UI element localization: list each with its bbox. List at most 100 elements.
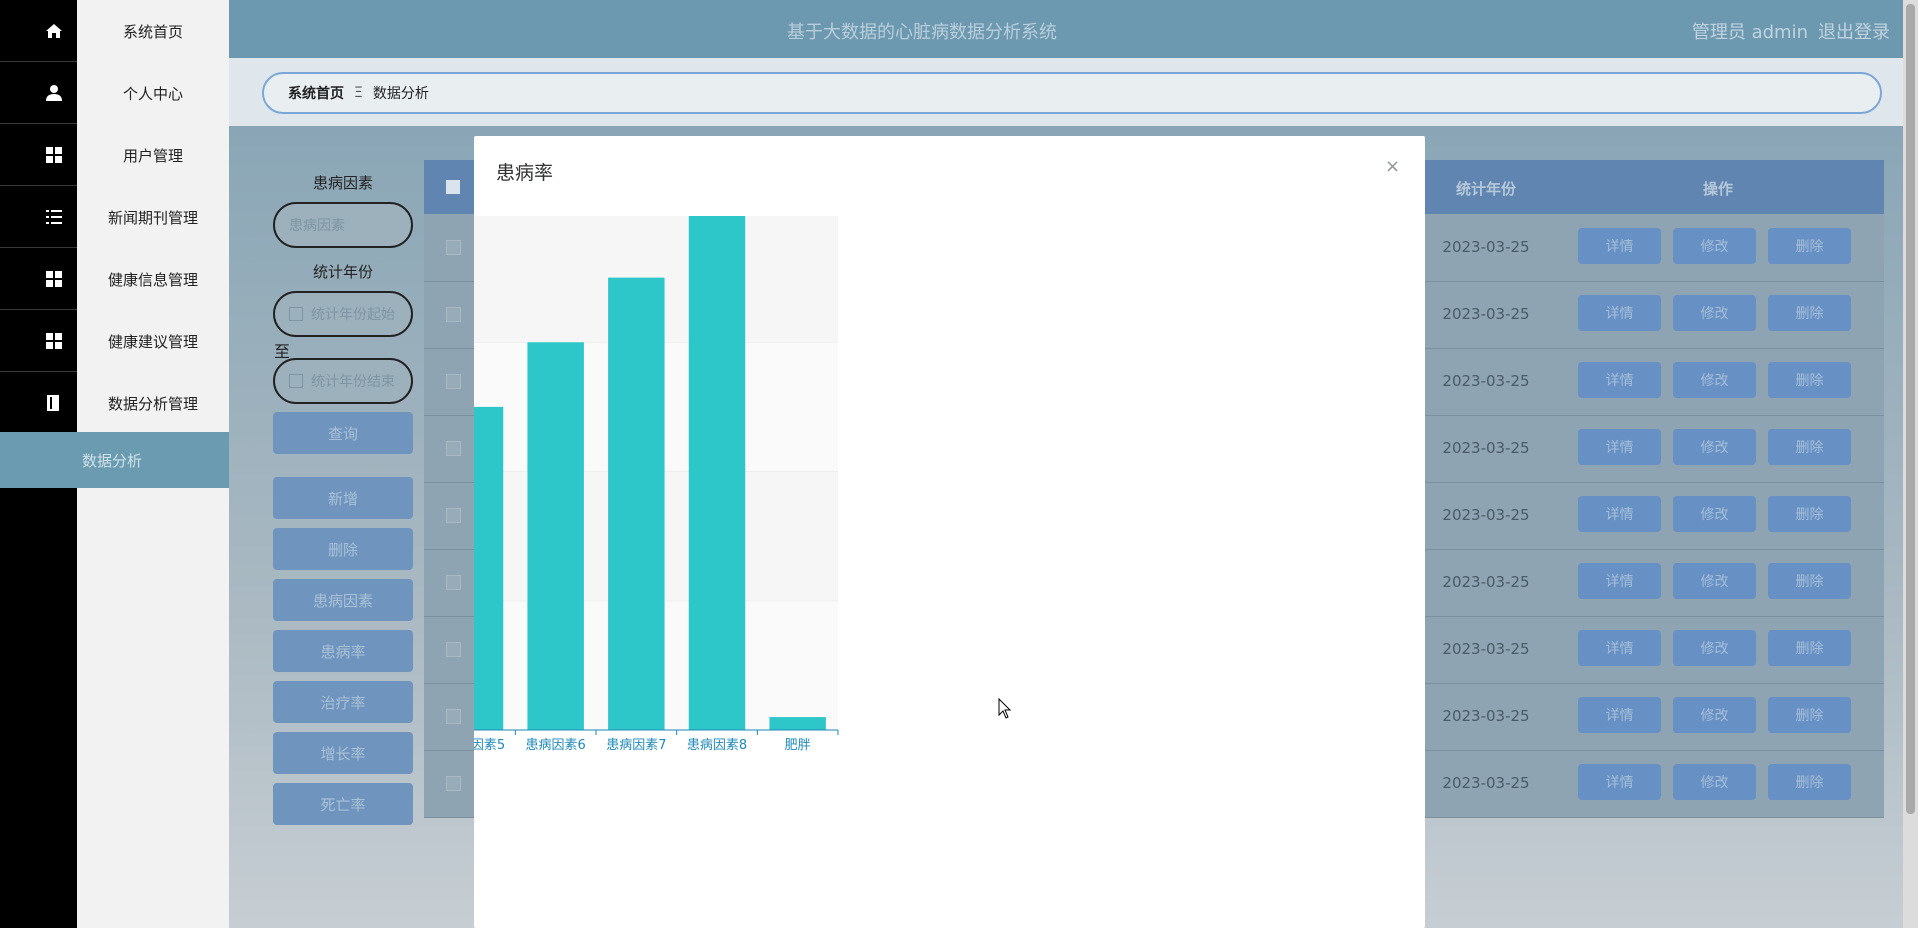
row-ops: 详情 修改 删除: [1578, 362, 1851, 398]
delete-button[interactable]: 删除: [1768, 362, 1851, 398]
rail-item[interactable]: [0, 372, 77, 434]
row-checkbox[interactable]: [446, 575, 461, 590]
query-button[interactable]: 查询: [273, 412, 413, 454]
sidebar-item[interactable]: 系统首页: [77, 0, 229, 62]
edit-button[interactable]: 修改: [1673, 630, 1756, 666]
detail-button[interactable]: 详情: [1578, 563, 1661, 599]
breadcrumb-home[interactable]: 系统首页: [288, 83, 344, 103]
factor-input[interactable]: 患病因素: [273, 202, 413, 248]
top-header: 基于大数据的心脏病数据分析系统 管理员 admin 退出登录: [229, 0, 1918, 58]
factor-button[interactable]: 患病因素: [273, 579, 413, 621]
delete-button[interactable]: 删除: [1768, 764, 1851, 800]
delete-button[interactable]: 删除: [1768, 429, 1851, 465]
book-icon: [47, 394, 59, 411]
x-tick-label: 患病因素8: [687, 738, 747, 753]
delete-button[interactable]: 删除: [1768, 295, 1851, 331]
breadcrumb-separator: Ξ: [354, 85, 363, 101]
breadcrumb-current: 数据分析: [372, 86, 429, 102]
rail-item[interactable]: [0, 186, 77, 248]
col-ops-header: 操作: [1702, 180, 1733, 198]
logout-link[interactable]: 退出登录: [1818, 22, 1890, 43]
edit-button[interactable]: 修改: [1673, 228, 1756, 264]
delete-button[interactable]: 删除: [1768, 630, 1851, 666]
x-tick-label: 肥胖: [785, 738, 811, 753]
detail-button[interactable]: 详情: [1578, 496, 1661, 532]
row-ops: 详情 修改 删除: [1578, 429, 1851, 465]
row-checkbox[interactable]: [446, 441, 461, 456]
chart-dialog: 患病率 × 患病率02468患病因素1患病因素2患病因素3患病因素4患病因素5患…: [474, 136, 1425, 928]
year-end-placeholder: 统计年份结束: [311, 374, 395, 390]
scrollbar-thumb[interactable]: [1906, 4, 1915, 814]
rail-item[interactable]: [0, 248, 77, 310]
grid-icon: [46, 146, 62, 163]
x-tick-label: 患病因素7: [606, 738, 666, 753]
detail-button[interactable]: 详情: [1578, 429, 1661, 465]
user-area: 管理员 admin 退出登录: [1682, 18, 1890, 44]
edit-button[interactable]: 修改: [1673, 362, 1756, 398]
row-checkbox[interactable]: [446, 307, 461, 322]
rail-item[interactable]: [0, 62, 77, 124]
delete-button[interactable]: 删除: [1768, 496, 1851, 532]
batch-delete-button[interactable]: 删除: [273, 528, 413, 570]
bar: [608, 277, 665, 730]
sidebar-item[interactable]: 新闻期刊管理: [77, 186, 229, 248]
edit-button[interactable]: 修改: [1673, 697, 1756, 733]
bar: [474, 406, 504, 730]
close-icon[interactable]: ×: [1385, 156, 1400, 177]
year-start-input[interactable]: 统计年份起始: [273, 291, 413, 337]
row-ops: 详情 修改 删除: [1578, 630, 1851, 666]
growth-rate-button[interactable]: 增长率: [273, 732, 413, 774]
factor-placeholder: 患病因素: [289, 218, 345, 234]
sidebar-subitem-data-analysis[interactable]: 数据分析: [0, 432, 229, 488]
row-checkbox[interactable]: [446, 508, 461, 523]
rail-item[interactable]: [0, 0, 77, 62]
detail-button[interactable]: 详情: [1578, 362, 1661, 398]
col-year-header: 统计年份: [1455, 180, 1516, 198]
row-checkbox[interactable]: [446, 709, 461, 724]
bar-chart: 患病率02468患病因素1患病因素2患病因素3患病因素4患病因素5患病因素6患病…: [474, 216, 839, 753]
rail-item[interactable]: [0, 124, 77, 186]
edit-button[interactable]: 修改: [1673, 496, 1756, 532]
sidebar-item[interactable]: 健康建议管理: [77, 310, 229, 372]
mouse-cursor-icon: [998, 698, 1012, 719]
row-ops: 详情 修改 删除: [1578, 563, 1851, 599]
edit-button[interactable]: 修改: [1673, 563, 1756, 599]
user-name: 管理员 admin: [1691, 22, 1808, 43]
rail-item[interactable]: [0, 310, 77, 372]
row-year: 2023-03-25: [1442, 774, 1530, 792]
sidebar-item[interactable]: 个人中心: [77, 62, 229, 124]
detail-button[interactable]: 详情: [1578, 228, 1661, 264]
row-checkbox[interactable]: [446, 776, 461, 791]
add-button[interactable]: 新增: [273, 477, 413, 519]
person-icon: [46, 84, 62, 101]
edit-button[interactable]: 修改: [1673, 429, 1756, 465]
sidebar-item[interactable]: 数据分析管理: [77, 372, 229, 434]
row-checkbox[interactable]: [446, 240, 461, 255]
delete-button[interactable]: 删除: [1768, 228, 1851, 264]
edit-button[interactable]: 修改: [1673, 295, 1756, 331]
sidebar-item[interactable]: 健康信息管理: [77, 248, 229, 310]
year-end-input[interactable]: 统计年份结束: [273, 358, 413, 404]
delete-button[interactable]: 删除: [1768, 697, 1851, 733]
row-ops: 详情 修改 删除: [1578, 697, 1851, 733]
factor-label: 患病因素: [312, 174, 373, 192]
dialog-title: 患病率: [496, 162, 554, 184]
detail-button[interactable]: 详情: [1578, 295, 1661, 331]
page-scrollbar[interactable]: [1903, 0, 1918, 928]
row-checkbox[interactable]: [446, 374, 461, 389]
list-icon: [46, 209, 62, 224]
sidebar-item[interactable]: 用户管理: [77, 124, 229, 186]
delete-button[interactable]: 删除: [1768, 563, 1851, 599]
select-all-checkbox[interactable]: [446, 180, 460, 194]
treatment-rate-button[interactable]: 治疗率: [273, 681, 413, 723]
detail-button[interactable]: 详情: [1578, 764, 1661, 800]
bar: [688, 216, 746, 730]
edit-button[interactable]: 修改: [1673, 764, 1756, 800]
row-checkbox[interactable]: [446, 642, 461, 657]
detail-button[interactable]: 详情: [1578, 630, 1661, 666]
detail-button[interactable]: 详情: [1578, 697, 1661, 733]
calendar-icon: [289, 374, 303, 388]
prevalence-button[interactable]: 患病率: [273, 630, 413, 672]
app-title: 基于大数据的心脏病数据分析系统: [787, 22, 1057, 43]
death-rate-button[interactable]: 死亡率: [273, 783, 413, 825]
